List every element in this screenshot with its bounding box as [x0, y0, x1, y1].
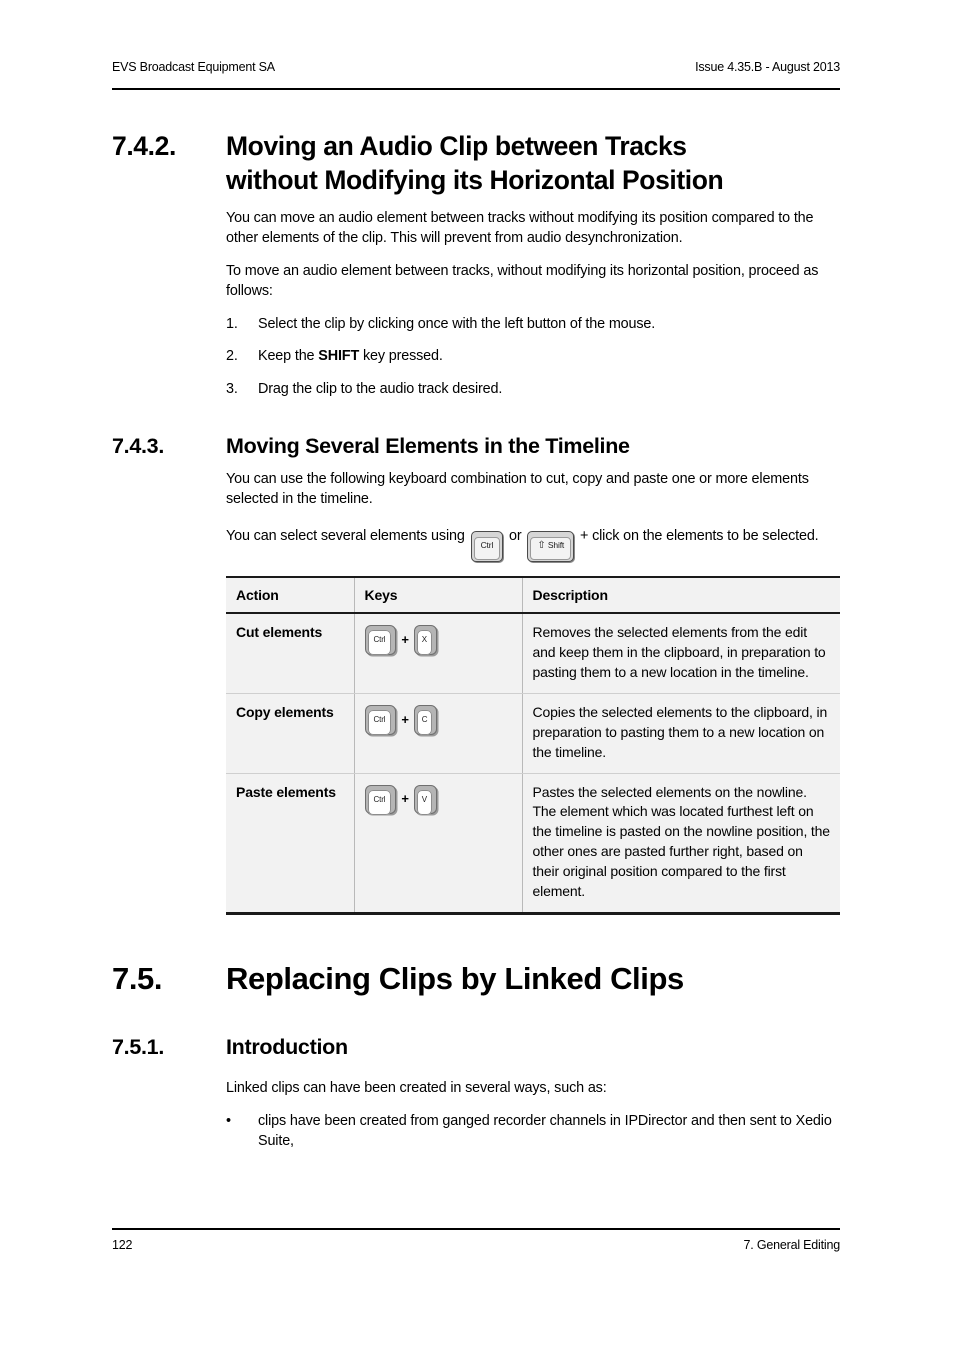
running-footer: 122 7. General Editing	[112, 1238, 840, 1252]
list-item-text-after: key pressed.	[359, 348, 443, 365]
column-header-keys: Keys	[353, 576, 522, 615]
header-company: EVS Broadcast Equipment SA	[112, 60, 275, 74]
page-content: 7.4.2. Moving an Audio Clip between Trac…	[112, 130, 840, 1164]
cell-description: Removes the selected elements from the e…	[521, 613, 840, 694]
plus-sign: +	[401, 631, 409, 647]
ordered-list: 1. Select the clip by clicking once with…	[226, 314, 840, 399]
heading-7-5-number: 7.5.	[112, 960, 163, 996]
heading-7-5-1: 7.5.1. Introduction	[112, 1034, 840, 1062]
ctrl-key-label: Ctrl	[367, 709, 392, 735]
cell-keys: Ctrl + X	[353, 613, 522, 694]
heading-7-4-3-title: Moving Several Elements in the Timeline	[226, 433, 630, 458]
keyboard-shortcuts-table: Action Keys Description Cut elements Ctr…	[226, 576, 840, 915]
document-page: EVS Broadcast Equipment SA Issue 4.35.B …	[0, 0, 954, 1350]
ctrl-key-icon: Ctrl	[364, 625, 397, 656]
plus-sign: +	[401, 791, 409, 807]
cell-keys: Ctrl + C	[353, 693, 522, 774]
paragraph-with-keycaps: You can select several elements using Ct…	[226, 526, 840, 563]
heading-7-4-2-title-line1: Moving an Audio Clip between Tracks	[226, 131, 687, 161]
key-combo: Ctrl + C	[364, 703, 512, 735]
key-combo: Ctrl + V	[364, 783, 512, 815]
list-item-text: clips have been created from ganged reco…	[258, 1112, 832, 1150]
column-header-action: Action	[226, 576, 354, 615]
table-row: Copy elements Ctrl + C Copies the select…	[226, 693, 840, 774]
ctrl-key-label: Ctrl	[367, 789, 392, 815]
table-header-row: Action Keys Description	[226, 576, 840, 615]
list-marker: 1.	[226, 315, 238, 332]
footer-chapter: 7. General Editing	[743, 1238, 841, 1252]
table-head: Action Keys Description	[226, 576, 840, 615]
list-item: • clips have been created from ganged re…	[226, 1111, 840, 1152]
arrow-up-icon: ⇧	[537, 539, 546, 551]
table-row: Paste elements Ctrl + V Pastes the selec…	[226, 773, 840, 915]
ctrl-keycap-icon: Ctrl	[470, 530, 504, 563]
cell-description: Copies the selected elements to the clip…	[521, 693, 840, 774]
footer-rule	[112, 1228, 840, 1230]
heading-7-4-3-number: 7.4.3.	[112, 433, 164, 458]
letter-key-icon: X	[413, 625, 437, 656]
column-header-description: Description	[521, 576, 840, 615]
list-item: 2. Keep the SHIFT key pressed.	[226, 346, 840, 366]
heading-7-4-2: 7.4.2. Moving an Audio Clip between Trac…	[112, 130, 840, 198]
paragraph-text-after: + click on the elements to be selected.	[579, 527, 819, 544]
paragraph-text-or: or	[509, 527, 522, 544]
plus-sign: +	[401, 711, 409, 727]
ctrl-key-icon: Ctrl	[364, 784, 397, 815]
bullet-marker: •	[226, 1112, 231, 1129]
ctrl-keycap-label: Ctrl	[473, 536, 501, 560]
list-item: 1. Select the clip by clicking once with…	[226, 314, 840, 334]
letter-key-label: X	[416, 630, 432, 656]
footer-page-number: 122	[112, 1238, 133, 1252]
heading-7-4-2-number: 7.4.2.	[112, 131, 176, 161]
list-item: 3. Drag the clip to the audio track desi…	[226, 379, 840, 399]
heading-7-5-title: Replacing Clips by Linked Clips	[226, 960, 684, 996]
list-marker: 2.	[226, 348, 238, 365]
shift-key-emphasis: SHIFT	[318, 348, 360, 365]
heading-7-5: 7.5. Replacing Clips by Linked Clips	[112, 959, 840, 999]
list-item-text: Drag the clip to the audio track desired…	[258, 380, 503, 397]
heading-7-5-1-title: Introduction	[226, 1035, 348, 1060]
header-rule	[112, 88, 840, 90]
table-row: Cut elements Ctrl + X Removes the select…	[226, 613, 840, 694]
ctrl-key-label: Ctrl	[367, 630, 392, 656]
ctrl-key-icon: Ctrl	[364, 704, 397, 735]
list-item-text: Select the clip by clicking once with th…	[258, 315, 656, 332]
shift-keycap-label: ⇧ Shift	[530, 536, 572, 560]
cell-action: Cut elements	[226, 613, 354, 694]
heading-7-5-1-number: 7.5.1.	[112, 1035, 164, 1060]
header-issue: Issue 4.35.B - August 2013	[695, 60, 840, 74]
running-header: EVS Broadcast Equipment SA Issue 4.35.B …	[112, 60, 840, 74]
paragraph: You can use the following keyboard combi…	[226, 470, 809, 508]
section-7-4-3-body: You can use the following keyboard combi…	[226, 469, 840, 563]
cell-keys: Ctrl + V	[353, 773, 522, 915]
letter-key-icon: C	[413, 704, 438, 735]
table-body: Cut elements Ctrl + X Removes the select…	[226, 613, 840, 915]
shift-keycap-icon: ⇧ Shift	[527, 530, 575, 563]
key-combo: Ctrl + X	[364, 623, 512, 656]
section-7-4-2-body: You can move an audio element between tr…	[226, 208, 840, 399]
heading-7-4-2-title-line2: without Modifying its Horizontal Positio…	[226, 164, 724, 195]
cell-action: Paste elements	[226, 773, 354, 915]
heading-7-4-3: 7.4.3. Moving Several Elements in the Ti…	[112, 433, 840, 461]
bullet-list: • clips have been created from ganged re…	[226, 1111, 840, 1152]
cell-action: Copy elements	[226, 693, 354, 774]
letter-key-icon: V	[413, 784, 437, 815]
paragraph: Linked clips can have been created in se…	[226, 1080, 607, 1097]
cell-description: Pastes the selected elements on the nowl…	[521, 773, 840, 915]
list-item-text: Keep the SHIFT key pressed.	[258, 346, 840, 366]
section-7-5-1-body: Linked clips can have been created in se…	[226, 1078, 840, 1151]
list-marker: 3.	[226, 380, 238, 397]
shift-keycap-text: Shift	[547, 539, 565, 550]
letter-key-label: C	[416, 709, 433, 735]
paragraph-text-before: You can select several elements using	[226, 527, 469, 544]
paragraph: You can move an audio element between tr…	[226, 209, 814, 247]
letter-key-label: V	[416, 789, 432, 815]
paragraph: To move an audio element between tracks,…	[226, 262, 819, 300]
heading-7-4-2-title: Moving an Audio Clip between Tracks with…	[226, 130, 840, 198]
list-item-text-before: Keep the	[258, 348, 319, 365]
